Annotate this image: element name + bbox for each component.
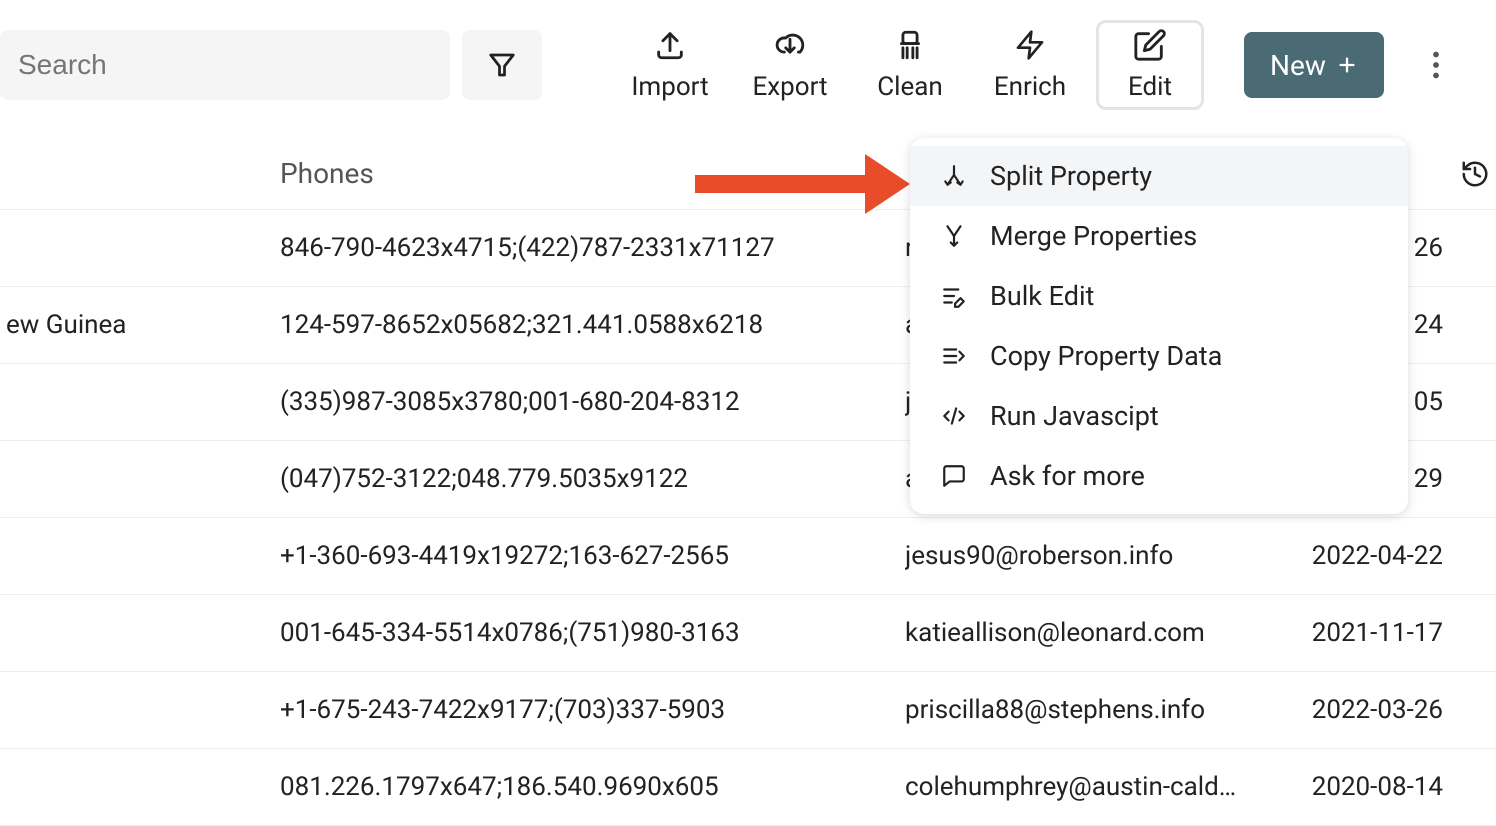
menu-label: Copy Property Data	[990, 340, 1222, 372]
code-icon	[938, 403, 970, 429]
cell-date: 2022-03-26	[1285, 695, 1455, 725]
menu-label: Split Property	[990, 160, 1152, 192]
cell-phones: (335)987-3085x3780;001-680-204-8312	[280, 387, 905, 417]
cell-date: 2021-11-17	[1285, 618, 1455, 648]
lightning-icon	[1014, 28, 1046, 62]
history-column[interactable]	[1455, 159, 1495, 189]
cell-date: 2022-04-22	[1285, 541, 1455, 571]
clean-button[interactable]: Clean	[856, 20, 964, 110]
cloud-download-icon	[772, 28, 808, 62]
menu-item-copy-property-data[interactable]: Copy Property Data	[910, 326, 1408, 386]
cell-phones: (047)752-3122;048.779.5035x9122	[280, 464, 905, 494]
enrich-button[interactable]: Enrich	[976, 20, 1084, 110]
filter-icon	[487, 50, 517, 80]
edit-button[interactable]: Edit	[1096, 20, 1204, 110]
new-button[interactable]: New	[1244, 32, 1384, 98]
cell-country: ew Guinea	[0, 310, 280, 340]
dots-vertical-icon	[1432, 51, 1440, 79]
menu-item-run-javascript[interactable]: Run Javascipt	[910, 386, 1408, 446]
edit-dropdown-menu: Split Property Merge Properties Bulk Edi…	[910, 138, 1408, 514]
annotation-arrow	[695, 154, 910, 214]
menu-item-merge-properties[interactable]: Merge Properties	[910, 206, 1408, 266]
more-options-button[interactable]	[1416, 45, 1456, 85]
table-row[interactable]: 001-645-334-5514x0786;(751)980-3163 kati…	[0, 595, 1496, 672]
menu-label: Bulk Edit	[990, 280, 1094, 312]
import-button[interactable]: Import	[616, 20, 724, 110]
menu-label: Ask for more	[990, 460, 1145, 492]
copy-data-icon	[938, 343, 970, 369]
cell-email: colehumphrey@austin-cald…	[905, 772, 1285, 802]
clean-label: Clean	[877, 72, 943, 102]
cell-phones: 124-597-8652x05682;321.441.0588x6218	[280, 310, 905, 340]
merge-icon	[938, 223, 970, 249]
toolbar: Import Export Clean Enrich Edit New	[0, 0, 1496, 138]
filter-button[interactable]	[462, 30, 542, 100]
split-icon	[938, 163, 970, 189]
menu-item-ask-for-more[interactable]: Ask for more	[910, 446, 1408, 506]
cell-date: 2020-08-14	[1285, 772, 1455, 802]
table-row[interactable]: 081.226.1797x647;186.540.9690x605 colehu…	[0, 749, 1496, 826]
chat-icon	[938, 463, 970, 489]
upload-icon	[653, 28, 687, 62]
table-row[interactable]: +1-360-693-4419x19272;163-627-2565 jesus…	[0, 518, 1496, 595]
search-input[interactable]	[0, 30, 450, 100]
arrow-head-icon	[865, 154, 910, 214]
data-table: Phones Split Property Merge Properties	[0, 138, 1496, 826]
table-row[interactable]: +1-675-243-7422x9177;(703)337-5903 prisc…	[0, 672, 1496, 749]
cell-phones: 846-790-4623x4715;(422)787-2331x71127	[280, 233, 905, 263]
cell-phones: 081.226.1797x647;186.540.9690x605	[280, 772, 905, 802]
menu-item-bulk-edit[interactable]: Bulk Edit	[910, 266, 1408, 326]
new-label: New	[1270, 49, 1326, 82]
cell-phones: +1-360-693-4419x19272;163-627-2565	[280, 541, 905, 571]
arrow-shaft	[695, 175, 865, 193]
export-button[interactable]: Export	[736, 20, 844, 110]
cell-email: katieallison@leonard.com	[905, 618, 1285, 648]
edit-label: Edit	[1128, 72, 1172, 102]
cell-email: jesus90@roberson.info	[905, 541, 1285, 571]
bulk-edit-icon	[938, 283, 970, 309]
export-label: Export	[752, 72, 827, 102]
history-icon	[1460, 159, 1490, 189]
enrich-label: Enrich	[994, 72, 1066, 102]
import-label: Import	[631, 72, 708, 102]
edit-icon	[1133, 28, 1167, 62]
broom-icon	[893, 28, 927, 62]
menu-label: Run Javascipt	[990, 400, 1159, 432]
cell-phones: +1-675-243-7422x9177;(703)337-5903	[280, 695, 905, 725]
plus-icon	[1336, 54, 1358, 76]
menu-label: Merge Properties	[990, 220, 1197, 252]
cell-phones: 001-645-334-5514x0786;(751)980-3163	[280, 618, 905, 648]
menu-item-split-property[interactable]: Split Property	[910, 146, 1408, 206]
cell-email: priscilla88@stephens.info	[905, 695, 1285, 725]
